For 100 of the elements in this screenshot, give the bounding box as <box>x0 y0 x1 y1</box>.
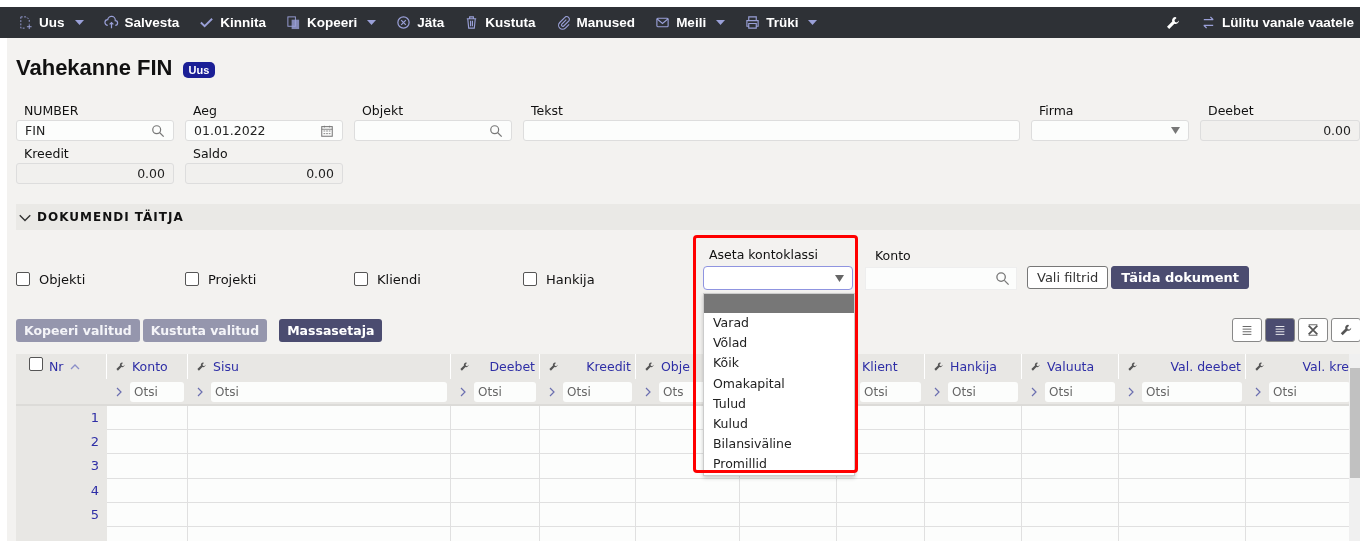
filter-checkbox[interactable]: Kliendi <box>354 268 523 290</box>
checkmark-icon <box>199 15 215 30</box>
search-field[interactable] <box>354 120 512 141</box>
scrollbar[interactable] <box>1349 354 1360 541</box>
dropdown-field[interactable] <box>703 266 853 290</box>
dropdown-option[interactable]: Kulud <box>704 413 854 435</box>
view-button[interactable] <box>1298 318 1328 342</box>
chevron-right-icon[interactable] <box>934 386 940 397</box>
date-field[interactable]: 01.01.2022 <box>185 120 343 141</box>
dropdown-option[interactable]: Promillid <box>704 454 854 475</box>
column-header[interactable]: Kreedit <box>565 359 631 374</box>
caret-icon[interactable] <box>808 20 818 25</box>
column-filter-field[interactable]: Otsi <box>130 381 184 402</box>
toolbar-button[interactable]: Uus <box>18 15 65 30</box>
section-title: DOKUMENDI TÄITJA <box>37 210 184 224</box>
wrench-icon[interactable] <box>459 361 470 372</box>
toolbar-button[interactable]: Salvesta <box>103 15 180 30</box>
column-filter-field[interactable]: Otsi <box>563 381 632 402</box>
search-field[interactable] <box>865 267 1017 290</box>
toolbar-button[interactable]: Lülitu vanale vaatele <box>1200 15 1354 30</box>
chevron-right-icon[interactable] <box>1255 386 1261 397</box>
column-header[interactable]: Hankija <box>950 359 997 374</box>
column-filter-field[interactable]: Otsi <box>948 381 1018 402</box>
dropdown-option[interactable]: Varad <box>704 313 854 334</box>
wrench-icon[interactable] <box>115 361 126 372</box>
column-filter-field[interactable]: Otsi <box>474 381 536 402</box>
filter-button[interactable]: Vali filtrid <box>1027 266 1109 289</box>
text-field[interactable] <box>523 120 1020 141</box>
view-button[interactable] <box>1265 318 1295 342</box>
wrench-icon[interactable] <box>933 361 944 372</box>
checkbox[interactable] <box>16 272 30 286</box>
chevron-right-icon[interactable] <box>1128 386 1134 397</box>
column-filter-field[interactable]: Otsi <box>211 381 447 402</box>
field-value: 0.00 <box>136 166 165 181</box>
column-header[interactable]: Valuuta <box>1047 359 1095 374</box>
checkbox-label: Hankija <box>546 271 595 287</box>
column-header[interactable]: Val. kre <box>1271 359 1349 374</box>
dropdown-option[interactable]: Bilansiväline <box>704 434 854 455</box>
toolbar-button[interactable]: Kopeeri <box>286 15 358 30</box>
field-label: Firma <box>1038 102 1075 118</box>
field-value: 01.01.2022 <box>194 123 267 138</box>
chevron-right-icon[interactable] <box>197 386 203 397</box>
caret-icon[interactable] <box>74 20 84 25</box>
dropdown-option[interactable]: Võlad <box>704 333 854 354</box>
wrench-icon[interactable] <box>196 361 207 372</box>
toolbar-button[interactable]: Kinnita <box>199 15 267 30</box>
filter-checkbox[interactable]: Projekti <box>185 268 354 290</box>
column-filter-field[interactable]: Otsi <box>1045 381 1115 402</box>
filter-checkbox[interactable]: Objekti <box>16 268 185 290</box>
checkbox[interactable] <box>523 272 537 286</box>
view-button[interactable] <box>1331 318 1360 342</box>
column-filter-field[interactable]: Otsi <box>1269 381 1350 402</box>
checkbox-label: Kliendi <box>377 271 421 287</box>
select-all-checkbox[interactable] <box>29 356 43 371</box>
chevron-right-icon[interactable] <box>460 386 466 397</box>
caret-icon[interactable] <box>367 20 377 25</box>
column-header[interactable]: Obje <box>661 359 690 374</box>
section-header[interactable]: DOKUMENDI TÄITJA <box>16 204 1360 230</box>
column-filter-field[interactable]: Otsi <box>1142 381 1242 402</box>
filter-checkbox[interactable]: Hankija <box>523 268 692 290</box>
column-header[interactable]: Nr <box>49 359 64 374</box>
toolbar-button[interactable]: Kustuta <box>464 15 536 30</box>
chevron-right-icon[interactable] <box>549 386 555 397</box>
chevron-right-icon[interactable] <box>645 386 651 397</box>
search-icon <box>489 123 503 138</box>
dropdown-option[interactable]: Kõik <box>704 353 854 374</box>
search-field[interactable]: FIN <box>16 120 174 141</box>
toolbar-button[interactable]: Jäta <box>396 15 445 30</box>
view-button[interactable] <box>1232 318 1262 342</box>
column-header[interactable]: Sisu <box>213 359 239 374</box>
action-button[interactable]: Massasetaja <box>279 318 383 342</box>
column-header[interactable]: Deebet <box>476 359 535 374</box>
column-header[interactable]: Konto <box>132 359 168 374</box>
search-icon <box>995 271 1010 286</box>
column-filter-field[interactable]: Otsi <box>860 381 921 402</box>
wrench-icon[interactable] <box>1030 361 1041 372</box>
chevron-right-icon[interactable] <box>116 386 122 397</box>
caret-icon[interactable] <box>716 20 726 25</box>
column-header[interactable]: Klient <box>862 359 898 374</box>
field-label: Objekt <box>361 102 405 118</box>
search-icon <box>151 123 165 138</box>
chevron-right-icon[interactable] <box>1031 386 1037 397</box>
toolbar-button[interactable]: Meili <box>655 15 707 30</box>
fill-document-button[interactable]: Täida dokument <box>1111 266 1249 289</box>
wrench-icon[interactable] <box>1164 14 1181 31</box>
field-value: 0.00 <box>305 166 334 181</box>
wrench-icon[interactable] <box>1254 361 1265 372</box>
field-label: Saldo <box>192 145 229 161</box>
column-header[interactable]: Val. deebet <box>1144 359 1241 374</box>
field-value: FIN <box>25 123 47 138</box>
toolbar-button[interactable]: Trüki <box>745 15 799 30</box>
wrench-icon[interactable] <box>644 361 655 372</box>
wrench-icon[interactable] <box>1127 361 1138 372</box>
wrench-icon[interactable] <box>548 361 559 372</box>
checkbox[interactable] <box>354 272 368 286</box>
print-icon <box>745 15 761 30</box>
checkbox[interactable] <box>185 272 199 286</box>
paperclip-icon <box>555 15 571 30</box>
toolbar-button[interactable]: Manused <box>555 15 636 30</box>
cancel-icon <box>396 15 412 30</box>
